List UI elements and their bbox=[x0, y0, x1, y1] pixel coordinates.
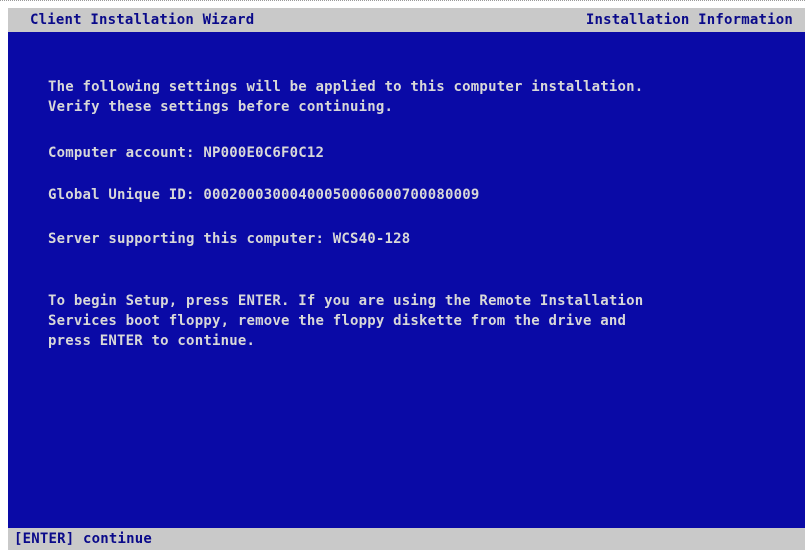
setup-screen: Client Installation Wizard Installation … bbox=[0, 0, 805, 550]
intro-line-1: The following settings will be applied t… bbox=[48, 79, 644, 95]
instructions-line-1: To begin Setup, press ENTER. If you are … bbox=[48, 293, 644, 309]
server-row: Server supporting this computer: WCS40-1… bbox=[48, 230, 410, 248]
main-panel: The following settings will be applied t… bbox=[8, 32, 805, 528]
instructions-line-3: press ENTER to continue. bbox=[48, 333, 256, 349]
intro-line-2: Verify these settings before continuing. bbox=[48, 99, 394, 115]
top-dotted-border bbox=[0, 0, 805, 6]
title-bar: Client Installation Wizard Installation … bbox=[8, 8, 805, 32]
status-bar: [ENTER] continue bbox=[8, 528, 805, 550]
guid-value: 00020003000400050006000700080009 bbox=[203, 187, 480, 203]
server-value: WCS40-128 bbox=[332, 231, 411, 247]
server-label: Server supporting this computer: bbox=[48, 231, 325, 247]
instructions-line-2: Services boot floppy, remove the floppy … bbox=[48, 313, 627, 329]
section-title: Installation Information bbox=[585, 12, 793, 28]
computer-account-label: Computer account: bbox=[48, 145, 195, 161]
computer-account-row: Computer account: NP000E0C6F0C12 bbox=[48, 144, 324, 162]
guid-label: Global Unique ID: bbox=[48, 187, 195, 203]
computer-account-value: NP000E0C6F0C12 bbox=[203, 145, 325, 161]
enter-continue-hint[interactable]: [ENTER] continue bbox=[14, 530, 152, 548]
guid-row: Global Unique ID: 0002000300040005000600… bbox=[48, 186, 479, 204]
wizard-title: Client Installation Wizard bbox=[30, 12, 255, 28]
